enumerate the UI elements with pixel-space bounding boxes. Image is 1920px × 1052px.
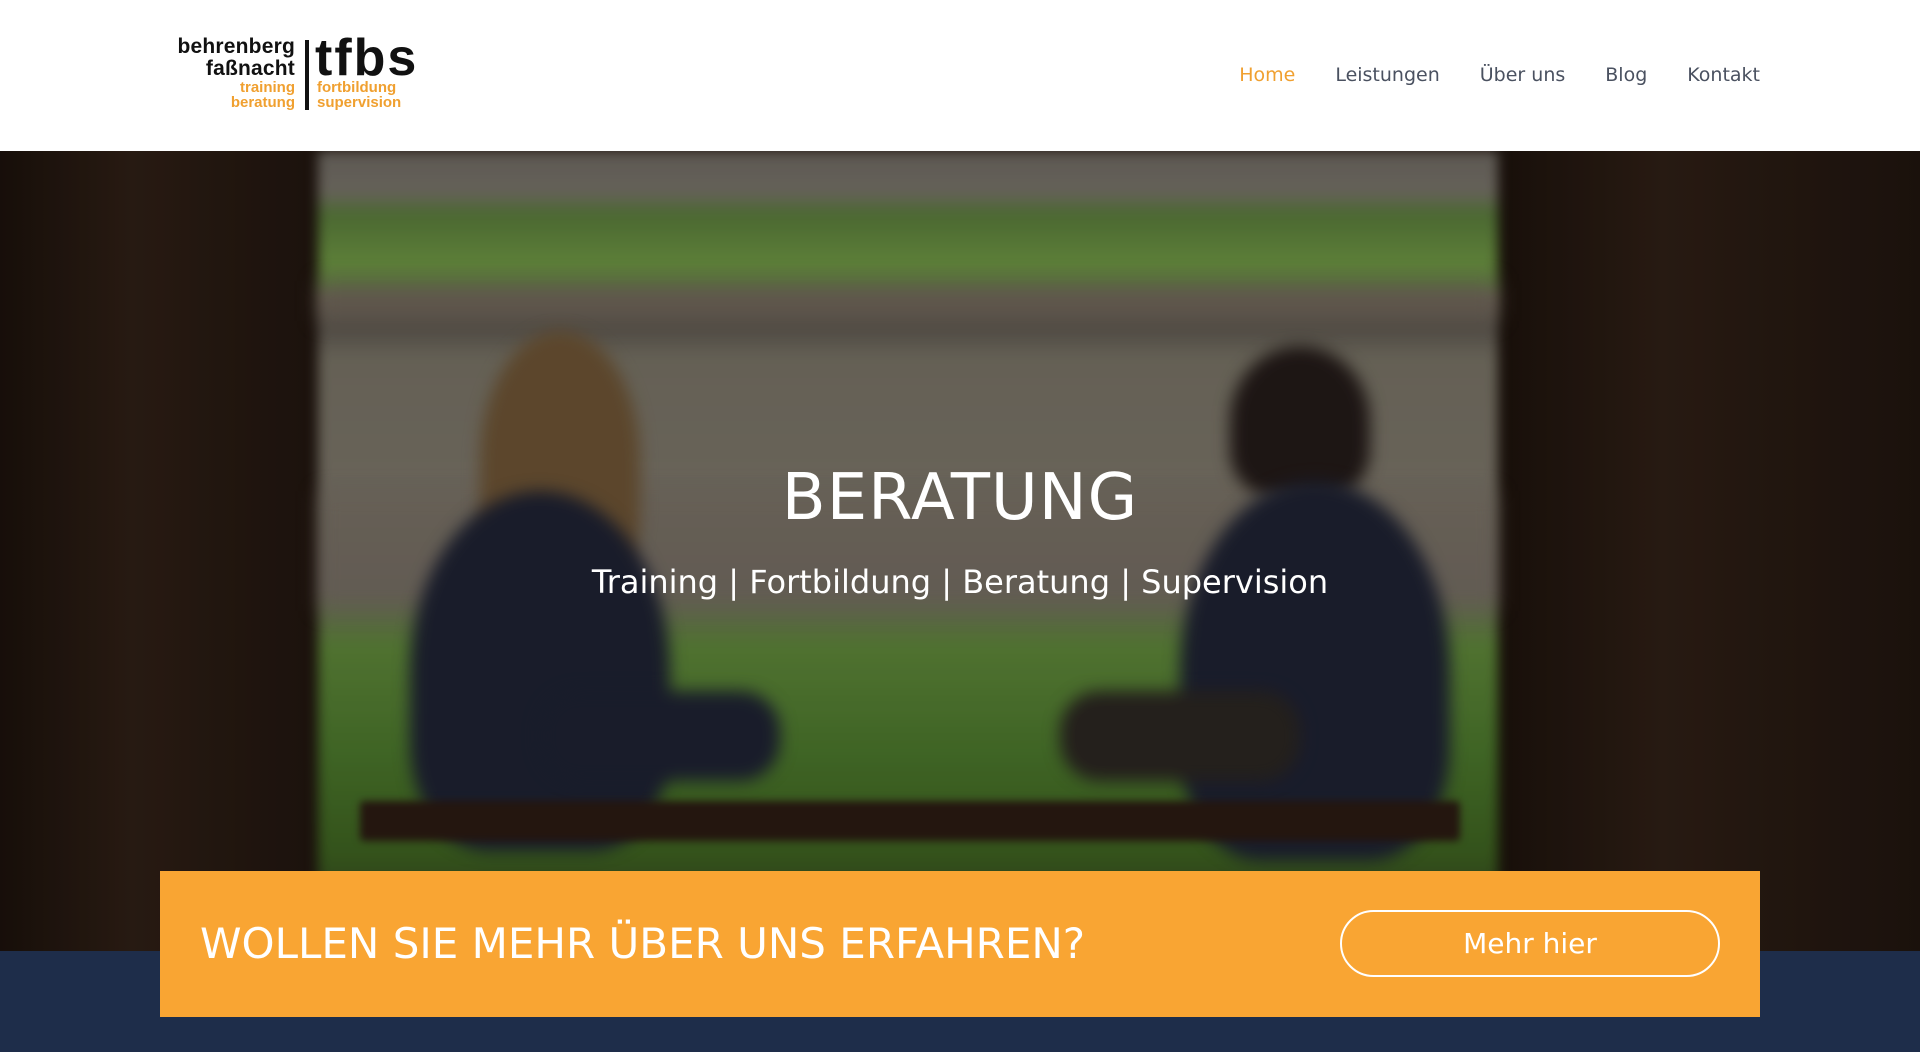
site-logo[interactable]: behrenberg faßnacht training beratung tf…: [163, 29, 429, 116]
nav-item-leistungen[interactable]: Leistungen: [1335, 60, 1439, 90]
hero-section: BERATUNG Training | Fortbildung | Beratu…: [0, 151, 1920, 951]
nav-item-kontakt[interactable]: Kontakt: [1687, 60, 1760, 90]
hero-title: BERATUNG: [781, 461, 1139, 535]
logo-sub-left-2: beratung: [230, 94, 295, 111]
logo-right-column: tfbs fortbildung supervision: [315, 29, 419, 111]
logo-divider: [305, 40, 309, 110]
logo-sub-right-2: supervision: [317, 94, 402, 111]
logo-left-column: behrenberg faßnacht training beratung: [177, 35, 295, 111]
site-header: behrenberg faßnacht training beratung tf…: [0, 0, 1920, 151]
logo-sub-left-1: training: [240, 79, 295, 96]
cta-banner: WOLLEN SIE MEHR ÜBER UNS ERFAHREN? Mehr …: [160, 871, 1760, 1017]
hero-background-image: [0, 151, 1920, 951]
logo-name-line-2: faßnacht: [205, 57, 295, 80]
logo-name-line-1: behrenberg: [177, 35, 295, 58]
hero-subtitle: Training | Fortbildung | Beratung | Supe…: [591, 563, 1329, 601]
more-here-button[interactable]: Mehr hier: [1340, 910, 1720, 977]
nav-item-home[interactable]: Home: [1239, 60, 1295, 90]
cta-heading: WOLLEN SIE MEHR ÜBER UNS ERFAHREN?: [200, 919, 1086, 968]
main-nav: Home Leistungen Über uns Blog Kontakt: [1199, 60, 1760, 90]
logo-mark: tfbs: [315, 29, 419, 87]
nav-item-blog[interactable]: Blog: [1605, 60, 1647, 90]
nav-item-ueber-uns[interactable]: Über uns: [1480, 60, 1566, 90]
